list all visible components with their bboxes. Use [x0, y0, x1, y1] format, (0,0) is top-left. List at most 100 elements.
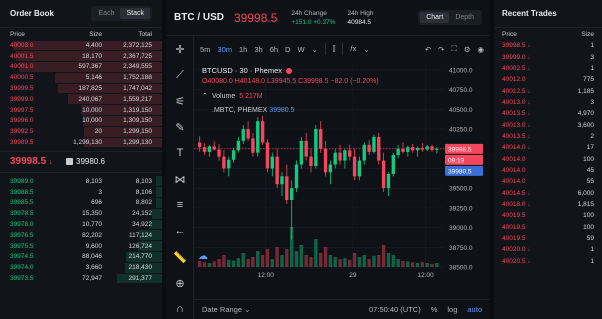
fullscreen-icon[interactable]: ⛶ — [451, 44, 456, 54]
chevron-down-icon[interactable]: ⌄ — [312, 45, 318, 54]
candle-body — [352, 156, 357, 177]
auto-toggle[interactable]: auto — [467, 305, 482, 314]
chart-legend-index: .MBTC, PHEMEX 39980.5 — [212, 107, 295, 114]
bid-row[interactable]: 39974.5 88,046 214,770 — [0, 252, 162, 263]
bid-total: 218,430 — [128, 264, 153, 272]
ask-row[interactable]: 40001.0 597,367 2,349,555 — [0, 62, 162, 73]
drawing-tools: ✛ ⟋ ⚟ ✎ T ⋈ ≡ ← 📏 ⊕ ∩ — [166, 36, 194, 319]
indicators-icon[interactable]: 𝑓x — [350, 44, 356, 54]
volume-bar — [391, 255, 395, 267]
volume-bar — [435, 263, 439, 267]
candle-body — [246, 129, 250, 139]
tab-stack[interactable]: Stack — [120, 8, 150, 19]
candle-body — [348, 150, 352, 157]
tf-5m[interactable]: 5m — [200, 45, 210, 54]
volume-bar — [338, 259, 342, 267]
trendline-icon[interactable]: ⟋ — [166, 62, 194, 88]
symbol-title[interactable]: BTC / USD — [174, 12, 224, 23]
candle-body — [367, 144, 371, 152]
volume-bar — [367, 259, 371, 267]
ask-row[interactable]: 40001.5 18,170 2,367,725 — [0, 51, 162, 62]
view-tabs: Chart Depth — [418, 10, 482, 25]
tab-chart[interactable]: Chart — [420, 12, 450, 23]
back-arrow-icon[interactable]: ← — [166, 218, 194, 244]
ask-row[interactable]: 39996.0 10,000 1,309,150 — [0, 116, 162, 127]
y-tick-label: 40500.0 — [449, 107, 473, 114]
tf-30m[interactable]: 30m — [217, 45, 232, 54]
ask-row[interactable]: 40003.0 4,400 2,372,125 — [0, 40, 162, 51]
bid-row[interactable]: 39978.5 15,350 24,152 — [0, 208, 162, 219]
ruler-icon[interactable]: 📏 — [166, 244, 194, 270]
ask-row[interactable]: 40000.5 5,146 1,752,188 — [0, 72, 162, 83]
candle-body — [396, 148, 400, 156]
volume-bar — [410, 262, 415, 267]
percent-toggle[interactable]: % — [431, 305, 438, 314]
volume-bar — [381, 245, 386, 267]
tf-1h[interactable]: 1h — [239, 45, 247, 54]
bid-row[interactable]: 39985.5 696 8,802 — [0, 198, 162, 209]
utc-time[interactable]: 07:50:40 (UTC) — [369, 305, 421, 314]
candle-body — [319, 129, 323, 149]
camera-icon[interactable]: ◉ — [477, 45, 484, 54]
redo-icon[interactable]: ↷ — [438, 45, 444, 54]
candle-type-icon[interactable]: ⫿ — [333, 44, 335, 54]
volume-bar — [386, 253, 391, 267]
tab-each[interactable]: Each — [93, 8, 121, 19]
text-icon[interactable]: T — [166, 140, 194, 166]
magnet-icon[interactable]: ∩ — [166, 296, 194, 319]
tab-depth[interactable]: Depth — [449, 12, 480, 23]
candle-body — [285, 176, 289, 200]
ask-size: 10,000 — [82, 106, 102, 114]
tf-3h[interactable]: 3h — [254, 45, 262, 54]
bid-row[interactable]: 39976.5 82,202 117,124 — [0, 230, 162, 241]
trade-size: 775 — [583, 76, 594, 84]
bid-size: 696 — [91, 199, 102, 207]
tf-6h[interactable]: 6h — [270, 45, 278, 54]
candle-body — [314, 129, 318, 167]
ask-row[interactable]: 39989.5 1,299,130 1,299,130 — [0, 137, 162, 148]
bid-row[interactable]: 39978.0 10,770 34,922 — [0, 219, 162, 230]
bid-row[interactable]: 39988.5 3 8,106 — [0, 187, 162, 198]
gear-icon[interactable]: ⚙ — [464, 45, 471, 54]
date-range-button[interactable]: Date Range ⌄ — [202, 305, 250, 314]
x-tick-label: 29 — [349, 272, 357, 279]
zoom-icon[interactable]: ⊕ — [166, 270, 194, 296]
ask-row[interactable]: 39999.0 240,067 1,559,217 — [0, 94, 162, 105]
bid-row[interactable]: 39975.5 9,600 126,724 — [0, 241, 162, 252]
measure-icon[interactable]: ≡ — [166, 192, 194, 218]
trade-price: 40019.5 — [502, 235, 526, 243]
candle-body — [406, 147, 410, 152]
order-book-panel: Order Book Each Stack Price Size Total 4… — [0, 0, 162, 319]
tf-w[interactable]: W — [297, 45, 304, 54]
last-price[interactable]: 39998.5 ↓ — [10, 156, 66, 167]
log-toggle[interactable]: log — [447, 305, 457, 314]
bid-row[interactable]: 39974.0 3,660 218,430 — [0, 262, 162, 273]
chevron-down-icon[interactable]: ⌄ — [363, 45, 369, 54]
bid-size: 3,660 — [85, 264, 102, 272]
mid-price-row: 39998.5 ↓ 39980.6 — [0, 150, 162, 173]
brush-icon[interactable]: ✎ — [166, 114, 194, 140]
price-tag-label: 39980.5 — [448, 168, 472, 175]
bid-row[interactable]: 39973.5 72,947 291,377 — [0, 273, 162, 284]
ask-row[interactable]: 39999.5 187,825 1,747,042 — [0, 83, 162, 94]
recent-trades-header: Recent Trades — [494, 0, 602, 28]
undo-icon[interactable]: ↶ — [425, 45, 431, 54]
crosshair-icon[interactable]: ✛ — [166, 36, 194, 62]
fib-icon[interactable]: ⚟ — [166, 88, 194, 114]
bid-row[interactable]: 39989.0 8,103 8,103 — [0, 176, 162, 187]
chevron-up-icon[interactable]: ⌃ — [202, 92, 208, 100]
pattern-icon[interactable]: ⋈ — [166, 166, 194, 192]
tf-d[interactable]: D — [285, 45, 290, 54]
ask-row[interactable]: 39997.5 10,000 1,319,150 — [0, 105, 162, 116]
asks-list: 40003.0 4,400 2,372,125 40001.5 18,170 2,367,… — [0, 40, 162, 148]
ask-row[interactable]: 39992.5 20 1,299,150 — [0, 126, 162, 137]
trade-size: 59 — [586, 235, 594, 243]
candle-body — [241, 129, 245, 141]
volume-bar — [270, 259, 274, 267]
bid-price: 39973.5 — [10, 275, 34, 283]
volume-bar — [251, 257, 255, 267]
ask-price: 40001.5 — [10, 52, 34, 60]
ask-total: 1,309,150 — [123, 117, 152, 125]
chart-area[interactable]: 41000.040750.040500.040250.040000.039750… — [194, 62, 490, 299]
trade-row: 40020.5 ↓ 1 — [494, 256, 602, 267]
